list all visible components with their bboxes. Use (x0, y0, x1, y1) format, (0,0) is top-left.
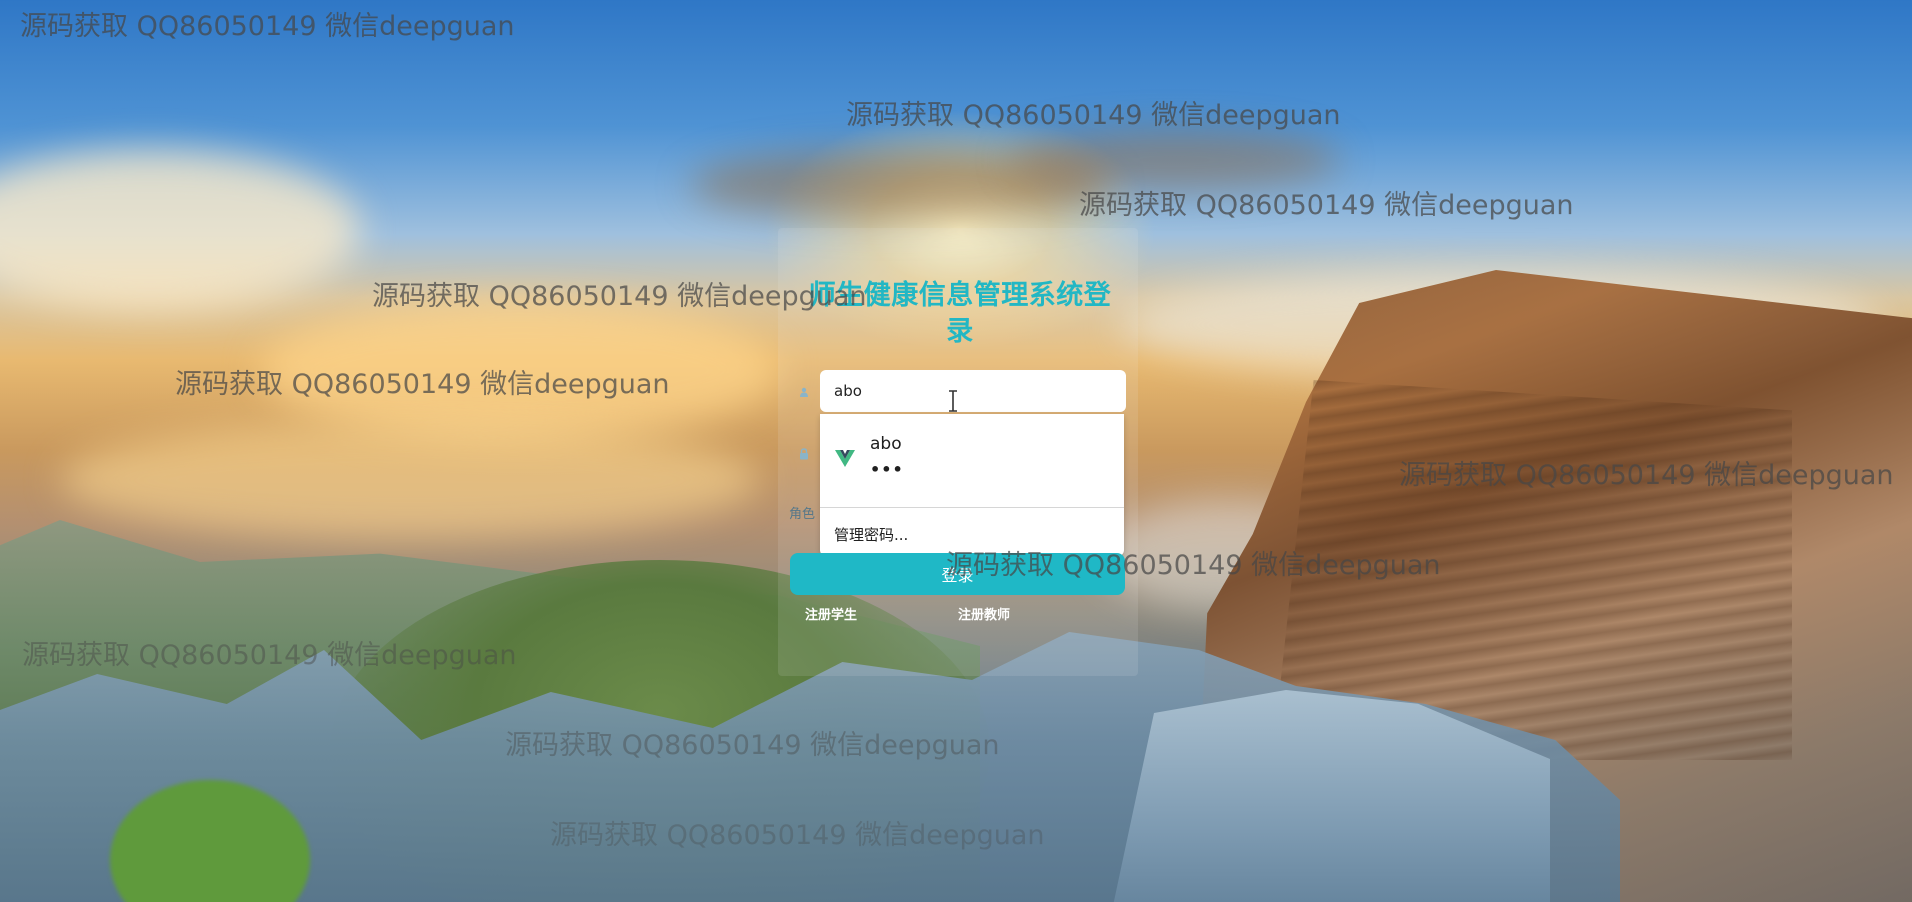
saved-username: abo (870, 434, 902, 454)
login-button[interactable]: 登录 (790, 553, 1125, 595)
login-page: 师生健康信息管理系统登录 角色 abo ••• (0, 0, 1912, 902)
page-title: 师生健康信息管理系统登录 (808, 280, 1112, 347)
watermark: 源码获取 QQ86050149 微信deepguan (20, 11, 515, 42)
manage-passwords-item[interactable]: 管理密码... (834, 524, 908, 545)
background-cloud (0, 150, 360, 310)
lock-icon (797, 447, 811, 461)
autocomplete-dropdown: abo ••• 管理密码... (820, 414, 1124, 556)
background-cloud (1010, 130, 1340, 190)
register-student-link[interactable]: 注册学生 (805, 604, 857, 623)
dropdown-divider (820, 507, 1124, 508)
user-icon (797, 385, 811, 399)
vue-logo-icon (834, 447, 856, 469)
watermark: 源码获取 QQ86050149 微信deepguan (846, 100, 1341, 131)
saved-login-item[interactable]: abo ••• (820, 414, 1124, 506)
background-cloud (260, 300, 780, 440)
role-label: 角色 (789, 507, 816, 522)
username-input[interactable] (820, 370, 1126, 412)
background-cloud (60, 420, 760, 540)
register-teacher-link[interactable]: 注册教师 (958, 604, 1010, 623)
saved-password-mask: ••• (870, 460, 904, 479)
text-cursor-icon (948, 390, 958, 412)
